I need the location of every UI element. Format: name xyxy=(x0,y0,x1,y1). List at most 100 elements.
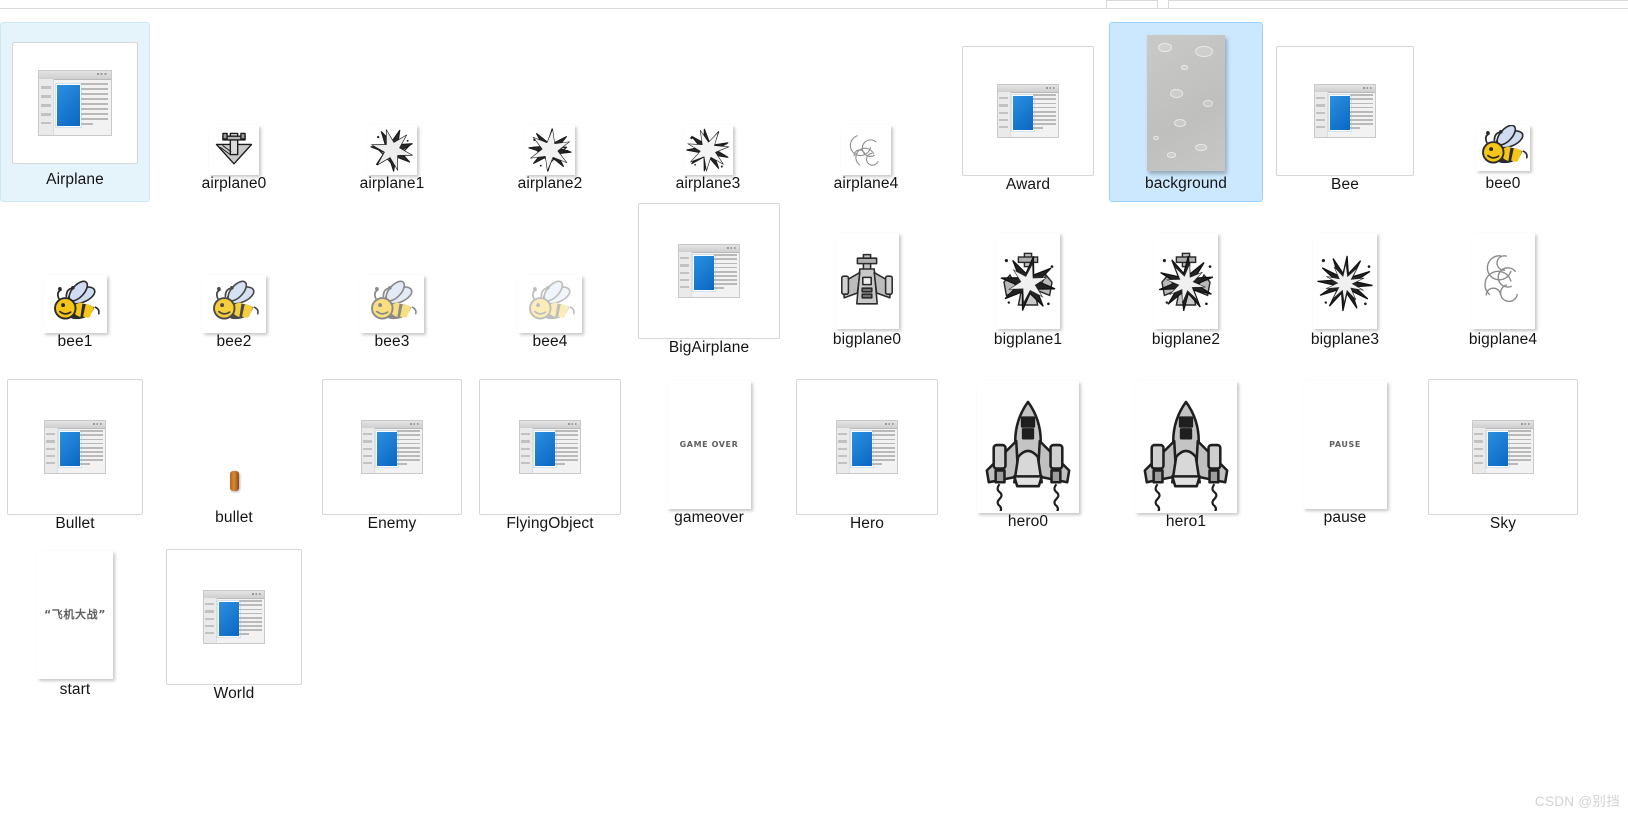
grid-item-airplane2[interactable]: airplane2 xyxy=(476,22,624,202)
thumbnail-Bullet xyxy=(7,379,143,515)
chrome-tab-top-left xyxy=(1106,0,1158,1)
item-label: airplane0 xyxy=(201,175,267,193)
grid-item-Enemy[interactable]: Enemy xyxy=(318,368,466,538)
grid-item-bigplane0[interactable]: bigplane0 xyxy=(792,200,942,368)
thumbnail-bee4 xyxy=(518,275,582,333)
java-class-thumb xyxy=(836,420,898,474)
thumb-frame xyxy=(12,42,138,164)
grid-item-Bullet[interactable]: Bullet xyxy=(0,368,150,538)
item-label: background xyxy=(1144,175,1227,193)
grid-item-Bee[interactable]: Bee xyxy=(1268,22,1422,202)
item-label: gameover xyxy=(674,509,744,527)
sheet-caption: GAME OVER xyxy=(679,440,739,450)
thumbnail-bigplane4 xyxy=(1471,233,1535,329)
item-label: hero0 xyxy=(1007,513,1049,530)
thumbnail-bee3 xyxy=(360,275,424,333)
item-label: Enemy xyxy=(367,515,417,532)
item-label: Hero xyxy=(850,515,884,532)
item-label: Bee xyxy=(1331,176,1359,193)
grid-item-bee4[interactable]: bee4 xyxy=(476,200,624,368)
icon-grid[interactable]: Airplane airplane0 airplane1 airplane2 airpl… xyxy=(0,10,1628,770)
item-label: bee1 xyxy=(57,333,93,350)
grid-item-World[interactable]: World xyxy=(160,538,308,710)
grid-item-airplane1[interactable]: airplane1 xyxy=(318,22,466,202)
grid-item-background[interactable]: background xyxy=(1109,22,1263,202)
grid-item-bigplane1[interactable]: bigplane1 xyxy=(950,200,1106,368)
grid-item-Hero[interactable]: Hero xyxy=(792,368,942,538)
grid-item-hero0[interactable]: hero0 xyxy=(950,368,1106,538)
sheet-thumb: PAUSE xyxy=(1303,381,1387,509)
sprite-sheet xyxy=(209,125,259,175)
thumbnail-airplane2 xyxy=(525,125,575,175)
sprite-sheet xyxy=(367,125,417,175)
sprite-sheet xyxy=(43,275,107,333)
item-label: start xyxy=(59,681,91,699)
thumb-frame xyxy=(322,379,462,515)
thumbnail-airplane4 xyxy=(841,125,891,175)
sprite-sheet xyxy=(683,125,733,175)
thumb-frame xyxy=(1276,46,1414,176)
thumbnail-FlyingObject xyxy=(479,379,621,515)
grid-item-bee2[interactable]: bee2 xyxy=(160,200,308,368)
thumbnail-airplane3 xyxy=(683,125,733,175)
grid-item-Airplane[interactable]: Airplane xyxy=(0,22,150,202)
sprite-sheet xyxy=(996,233,1060,329)
thumb-frame xyxy=(479,379,621,515)
grid-item-bee1[interactable]: bee1 xyxy=(0,200,150,368)
sprite-sheet xyxy=(841,125,891,175)
thumbnail-airplane0 xyxy=(209,125,259,175)
grid-item-Award[interactable]: Award xyxy=(950,22,1106,202)
grid-item-start[interactable]: “飞机大战” start xyxy=(0,538,150,710)
thumbnail-bullet xyxy=(229,471,239,491)
thumbnail-Award xyxy=(962,46,1094,176)
grid-item-bigplane2[interactable]: bigplane2 xyxy=(1109,200,1263,368)
item-label: bigplane0 xyxy=(832,331,902,349)
grid-item-bigplane3[interactable]: bigplane3 xyxy=(1268,200,1422,368)
grid-item-hero1[interactable]: hero1 xyxy=(1109,368,1263,538)
thumbnail-background xyxy=(1147,35,1225,171)
grid-item-bee0[interactable]: bee0 xyxy=(1426,22,1580,202)
item-label: airplane2 xyxy=(517,175,583,193)
sheet-caption: PAUSE xyxy=(1329,440,1361,450)
grid-item-FlyingObject[interactable]: FlyingObject xyxy=(476,368,624,538)
thumbnail-bigplane1 xyxy=(996,233,1060,329)
sprite-sheet xyxy=(360,275,424,333)
thumbnail-bee2 xyxy=(202,275,266,333)
sprite-sheet xyxy=(518,275,582,333)
grid-item-airplane0[interactable]: airplane0 xyxy=(160,22,308,202)
thumbnail-bee1 xyxy=(43,275,107,333)
sprite-sheet xyxy=(977,381,1079,513)
grid-item-Sky[interactable]: Sky xyxy=(1426,368,1580,538)
thumbnail-Airplane xyxy=(12,42,138,164)
java-class-thumb xyxy=(203,590,265,644)
item-label: World xyxy=(213,685,255,702)
grid-item-BigAirplane[interactable]: BigAirplane xyxy=(634,200,784,368)
thumb-frame xyxy=(1428,379,1578,515)
grid-item-airplane3[interactable]: airplane3 xyxy=(634,22,782,202)
thumbnail-World xyxy=(166,549,302,685)
grid-item-bullet[interactable]: bullet xyxy=(160,368,308,538)
sheet-caption: “飞机大战” xyxy=(43,608,107,622)
item-label: airplane1 xyxy=(359,175,425,193)
thumb-frame xyxy=(7,379,143,515)
item-label: Bullet xyxy=(55,515,95,532)
sprite-sheet xyxy=(1135,381,1237,513)
thumbnail-start: “飞机大战” xyxy=(37,551,113,679)
grid-item-bigplane4[interactable]: bigplane4 xyxy=(1426,200,1580,368)
java-class-thumb xyxy=(678,244,740,298)
thumbnail-bigplane0 xyxy=(835,233,899,329)
thumbnail-bigplane2 xyxy=(1154,233,1218,329)
bullet-sprite xyxy=(229,471,239,491)
java-class-thumb xyxy=(361,420,423,474)
item-label: bullet xyxy=(215,509,253,527)
grid-item-airplane4[interactable]: airplane4 xyxy=(792,22,940,202)
grid-item-pause[interactable]: PAUSE pause xyxy=(1268,368,1422,538)
grid-item-gameover[interactable]: GAME OVER gameover xyxy=(634,368,784,538)
item-label: Award xyxy=(1005,176,1051,193)
thumbnail-Bee xyxy=(1276,46,1414,176)
thumb-frame xyxy=(962,46,1094,176)
grid-item-bee3[interactable]: bee3 xyxy=(318,200,466,368)
item-label: bee3 xyxy=(374,333,410,350)
thumbnail-bigplane3 xyxy=(1313,233,1377,329)
java-class-thumb xyxy=(44,420,106,474)
